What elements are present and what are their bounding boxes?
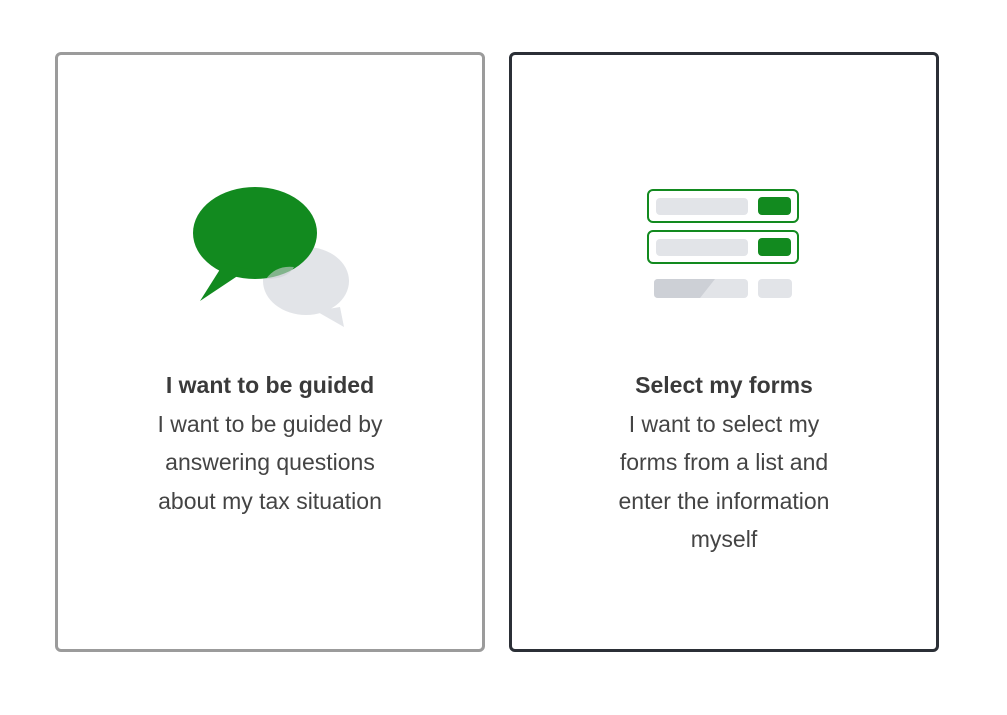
guided-option-card[interactable]: I want to be guided I want to be guided …	[55, 52, 485, 652]
guided-option-description: I want to be guided by answering questio…	[157, 410, 383, 514]
forms-option-card[interactable]: Select my forms I want to select my form…	[509, 52, 939, 652]
chat-bubbles-icon	[58, 187, 482, 327]
form-list-icon	[512, 189, 936, 301]
guided-option-title: I want to be guided	[165, 372, 375, 398]
forms-option-description: I want to select my forms from a list an…	[618, 410, 830, 553]
forms-option-title: Select my forms	[635, 372, 813, 398]
